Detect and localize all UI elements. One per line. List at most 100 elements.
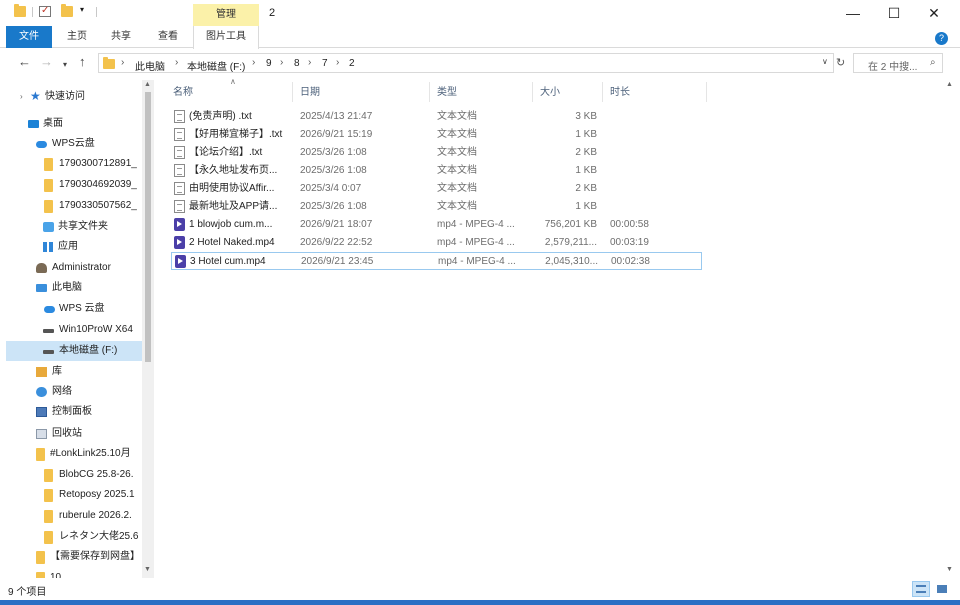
nav-item-folder[interactable]: #LonkLink25.10月 — [0, 444, 142, 464]
column-divider[interactable] — [602, 82, 603, 102]
nav-item-shared-folder[interactable]: 共享文件夹 — [0, 217, 142, 237]
breadcrumb-separator[interactable]: › — [308, 57, 311, 68]
tab-file[interactable]: 文件 — [6, 26, 52, 48]
nav-item-apps[interactable]: 应用 — [0, 237, 142, 257]
breadcrumb-7[interactable]: 7 — [322, 58, 328, 69]
nav-item-control-panel[interactable]: 控制面板 — [0, 402, 142, 422]
close-button[interactable]: ✕ — [919, 4, 949, 22]
nav-item-folder[interactable]: BlobCG 25.8-26. — [0, 465, 142, 485]
properties-icon[interactable]: ✓ — [39, 5, 51, 17]
nav-item-administrator[interactable]: Administrator — [0, 258, 142, 278]
nav-item-label: 1790304692039_ — [59, 179, 137, 190]
large-icons-view-button[interactable] — [933, 581, 951, 597]
breadcrumb-8[interactable]: 8 — [294, 58, 300, 69]
file-row[interactable]: 最新地址及APP请... 2025/3/26 1:08 文本文档 1 KB — [171, 198, 702, 216]
nav-item-libraries[interactable]: 库 — [0, 362, 142, 382]
nav-item-label: ruberule 2026.2. — [59, 510, 132, 521]
file-row[interactable]: 【好用梯宜梯子】.txt 2026/9/21 15:19 文本文档 1 KB — [171, 126, 702, 144]
nav-item-wps-cloud[interactable]: WPS云盘 — [0, 134, 142, 154]
nav-item-folder[interactable]: Retoposy 2025.1 — [0, 485, 142, 505]
file-row[interactable]: 由明使用协议Affir... 2025/3/4 0:07 文本文档 2 KB — [171, 180, 702, 198]
column-divider[interactable] — [429, 82, 430, 102]
breadcrumb-9[interactable]: 9 — [266, 58, 272, 69]
breadcrumb-separator[interactable]: › — [336, 57, 339, 68]
column-header-size[interactable]: 大小 — [540, 82, 560, 104]
file-type: mp4 - MPEG-4 ... — [437, 219, 515, 230]
recent-locations-icon[interactable]: ▾ — [63, 58, 67, 72]
window-title: 2 — [269, 7, 276, 19]
column-header-name[interactable]: 名称 — [173, 82, 193, 104]
scroll-down-icon[interactable]: ▼ — [946, 566, 953, 573]
breadcrumb-drive[interactable]: 本地磁盘 (F:) — [187, 58, 245, 73]
breadcrumb-separator[interactable]: › — [121, 57, 124, 68]
nav-item-folder[interactable]: 1790304692039_ — [0, 175, 142, 195]
column-divider[interactable] — [292, 82, 293, 102]
chevron-right-icon[interactable]: › — [20, 87, 23, 107]
file-duration: 00:03:19 — [610, 237, 649, 248]
file-list-scrollbar[interactable]: ▲ ▼ — [944, 80, 956, 578]
nav-item-folder[interactable]: レネタン大佬25.6 — [0, 527, 142, 547]
search-icon[interactable]: ⌕ — [930, 57, 936, 68]
scroll-up-icon[interactable]: ▲ — [144, 81, 151, 88]
scrollbar-thumb[interactable] — [145, 92, 151, 362]
breadcrumb-separator[interactable]: › — [252, 57, 255, 68]
file-size: 2,045,310... — [545, 256, 598, 267]
nav-item-desktop[interactable]: 桌面 — [0, 114, 142, 134]
nav-item-drive-f[interactable]: 本地磁盘 (F:) — [6, 341, 142, 361]
file-row[interactable]: (免责声明) .txt 2025/4/13 21:47 文本文档 3 KB — [171, 108, 702, 126]
column-divider[interactable] — [706, 82, 707, 102]
nav-item-folder[interactable]: 10 — [0, 568, 142, 578]
file-name: 3 Hotel cum.mp4 — [190, 256, 266, 267]
nav-item-folder[interactable]: ruberule 2026.2. — [0, 506, 142, 526]
breadcrumb-separator[interactable]: › — [175, 57, 178, 68]
file-name: 【永久地址发布页... — [189, 165, 278, 176]
file-row[interactable]: 【论坛介绍】.txt 2025/3/26 1:08 文本文档 2 KB — [171, 144, 702, 162]
tab-share[interactable]: 共享 — [104, 26, 138, 48]
tab-picture-tools[interactable]: 图片工具 — [193, 26, 259, 49]
column-header-duration[interactable]: 时长 — [610, 82, 630, 104]
file-row[interactable]: 【永久地址发布页... 2025/3/26 1:08 文本文档 1 KB — [171, 162, 702, 180]
library-icon — [36, 367, 47, 377]
nav-item-folder[interactable]: 1790330507562_ — [0, 196, 142, 216]
file-row[interactable]: 2 Hotel Naked.mp4 2026/9/22 22:52 mp4 - … — [171, 234, 702, 252]
nav-item-folder[interactable]: 【需要保存到网盘】 — [0, 547, 142, 567]
minimize-button[interactable]: — — [838, 4, 868, 22]
address-box[interactable]: › 此电脑 › 本地磁盘 (F:) › 9 › 8 › 7 › 2 — [98, 53, 834, 73]
tab-home[interactable]: 主页 — [60, 26, 94, 48]
nav-item-system-drive[interactable]: Win10ProW X64 — [0, 320, 142, 340]
forward-button[interactable]: → — [40, 55, 53, 69]
details-view-button[interactable] — [912, 581, 930, 597]
nav-item-wps-cloud-drive[interactable]: WPS 云盘 — [0, 299, 142, 319]
file-date: 2025/3/26 1:08 — [300, 147, 367, 158]
nav-item-recycle-bin[interactable]: 回收站 — [0, 424, 142, 444]
address-dropdown-icon[interactable]: ∨ — [822, 57, 828, 66]
nav-item-folder[interactable]: 1790300712891_ — [0, 154, 142, 174]
breadcrumb-separator[interactable]: › — [280, 57, 283, 68]
up-button[interactable]: ↑ — [79, 55, 86, 69]
breadcrumb-this-pc[interactable]: 此电脑 — [135, 58, 165, 73]
breadcrumb-2[interactable]: 2 — [349, 58, 355, 69]
user-icon — [36, 263, 47, 273]
nav-item-network[interactable]: 网络 — [0, 382, 142, 402]
scroll-down-icon[interactable]: ▼ — [144, 566, 151, 573]
back-button[interactable]: ← — [18, 55, 31, 69]
nav-item-quick-access[interactable]: › ★ 快速访问 — [0, 87, 142, 107]
file-row[interactable]: 3 Hotel cum.mp4 2026/9/21 23:45 mp4 - MP… — [171, 252, 702, 270]
new-folder-icon[interactable] — [61, 4, 73, 17]
column-divider[interactable] — [532, 82, 533, 102]
tab-view[interactable]: 查看 — [151, 26, 185, 48]
scroll-up-icon[interactable]: ▲ — [946, 81, 953, 88]
customize-quick-access-icon[interactable]: ▾ — [80, 5, 92, 16]
nav-item-this-pc[interactable]: 此电脑 — [0, 278, 142, 298]
nav-item-label: Win10ProW X64 — [59, 324, 133, 335]
navigation-pane: › ★ 快速访问 桌面 WPS云盘 1790300712891_ 1790304… — [0, 80, 154, 578]
file-row[interactable]: 1 blowjob cum.m... 2026/9/21 18:07 mp4 -… — [171, 216, 702, 234]
maximize-button[interactable]: ☐ — [879, 4, 909, 22]
help-icon[interactable]: ? — [935, 32, 948, 45]
folder-icon — [14, 4, 26, 17]
column-header-date[interactable]: 日期 — [300, 82, 320, 104]
nav-scrollbar[interactable]: ▲ ▼ — [142, 80, 154, 578]
column-header-type[interactable]: 类型 — [437, 82, 457, 104]
refresh-icon[interactable]: ↻ — [836, 56, 845, 69]
search-input[interactable]: 在 2 中搜... ⌕ — [853, 53, 943, 73]
